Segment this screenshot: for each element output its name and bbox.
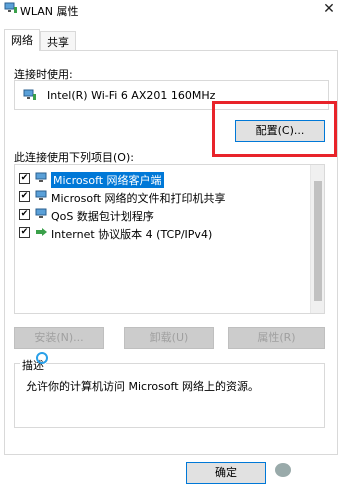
- tab-network[interactable]: 网络: [4, 29, 40, 51]
- checkbox[interactable]: ✔: [19, 209, 30, 220]
- adapter-name: Intel(R) Wi-Fi 6 AX201 160MHz: [47, 89, 216, 102]
- description-text: 允许你的计算机访问 Microsoft 网络上的资源。: [26, 380, 260, 393]
- properties-button[interactable]: 属性(R): [228, 327, 325, 349]
- item-label: Microsoft 网络客户端: [51, 172, 164, 188]
- item-label: Microsoft 网络的文件和打印机共享: [51, 192, 226, 205]
- components-list[interactable]: ✔ Microsoft 网络客户端 ✔ Microsoft 网络的文件和打印机共…: [14, 164, 325, 314]
- scroll-thumb[interactable]: [314, 181, 322, 301]
- list-item[interactable]: ✔ Microsoft 网络客户端: [19, 171, 319, 188]
- title-bar: WLAN 属性 ✕: [0, 0, 345, 26]
- highlight-box: [212, 101, 337, 157]
- checkbox[interactable]: ✔: [19, 173, 30, 184]
- tab-sharing[interactable]: 共享: [40, 31, 76, 51]
- network-adapter-icon: [4, 2, 17, 13]
- items-label: 此连接使用下列项目(O):: [14, 151, 134, 164]
- protocol-icon: [36, 228, 47, 236]
- close-icon[interactable]: ✕: [319, 0, 339, 18]
- checkbox[interactable]: ✔: [19, 227, 30, 238]
- wechat-icon: [275, 463, 291, 477]
- file-share-icon: [35, 190, 47, 200]
- list-item[interactable]: ✔ QoS 数据包计划程序: [19, 207, 319, 223]
- network-adapter-icon: [23, 89, 36, 100]
- description-group: [14, 363, 325, 428]
- checkbox[interactable]: ✔: [19, 191, 30, 202]
- item-label: QoS 数据包计划程序: [51, 210, 154, 223]
- list-item[interactable]: ✔ Microsoft 网络的文件和打印机共享: [19, 189, 319, 205]
- uninstall-button[interactable]: 卸载(U): [124, 327, 214, 349]
- network-client-icon: [35, 172, 47, 182]
- ok-button[interactable]: 确定: [186, 462, 266, 484]
- qos-icon: [35, 208, 47, 218]
- busy-cursor-icon: [36, 352, 48, 364]
- list-item[interactable]: ✔ Internet 协议版本 4 (TCP/IPv4): [19, 225, 319, 241]
- item-label: Internet 协议版本 4 (TCP/IPv4): [51, 228, 213, 241]
- scrollbar[interactable]: [310, 165, 324, 313]
- watermark: 满天星: [275, 463, 345, 481]
- install-button[interactable]: 安装(N)...: [14, 327, 104, 349]
- watermark-text: 满天星: [295, 466, 328, 479]
- window-title: WLAN 属性: [20, 5, 79, 18]
